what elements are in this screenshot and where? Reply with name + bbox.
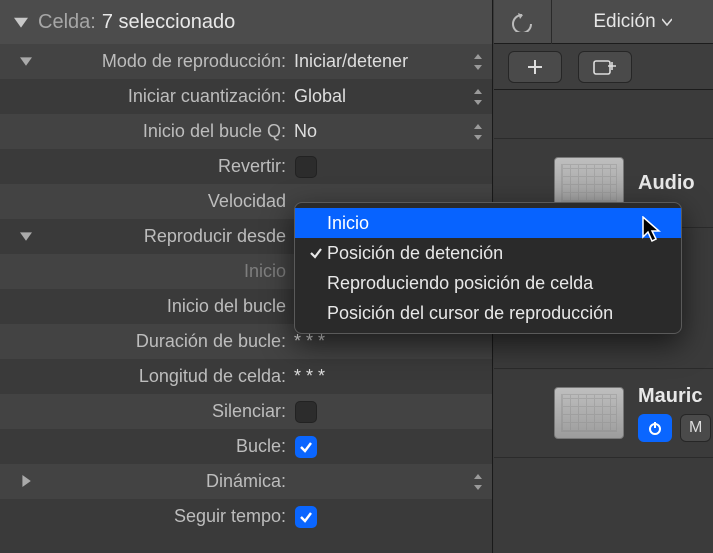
disclosure-right-icon[interactable]	[20, 471, 32, 492]
row-follow-tempo: Seguir tempo:	[0, 499, 492, 534]
label: Revertir:	[44, 156, 294, 177]
menu-item-reproduciendo-posicion[interactable]: Reproduciendo posición de celda	[295, 268, 681, 298]
edit-label: Edición	[593, 11, 655, 33]
label: Dinámica:	[44, 471, 294, 492]
back-button[interactable]	[494, 0, 552, 44]
track-thumbnail	[554, 387, 624, 439]
track-title: Audio	[638, 172, 695, 195]
label: Longitud de celda:	[44, 366, 294, 387]
menu-item-label: Inicio	[327, 213, 369, 234]
power-button[interactable]	[638, 414, 672, 442]
value-popup[interactable]: Iniciar/detener	[294, 51, 464, 72]
row-cell-length: Longitud de celda: * * *	[0, 359, 492, 394]
popup-chevrons-icon[interactable]	[464, 124, 492, 140]
plus-icon	[526, 58, 544, 76]
popup-chevrons-icon[interactable]	[464, 474, 492, 490]
row-reverse: Revertir:	[0, 149, 492, 184]
new-scene-icon	[593, 58, 617, 76]
value[interactable]: * * *	[294, 331, 464, 352]
label: Inicio	[44, 261, 294, 282]
label: Velocidad	[44, 191, 294, 212]
row-playback-mode: Modo de reproducción: Iniciar/detener	[0, 44, 492, 79]
add-button[interactable]	[508, 51, 562, 83]
disclosure-down-icon[interactable]	[20, 226, 32, 247]
check-icon	[305, 246, 327, 260]
row-start-quantize: Iniciar cuantización: Global	[0, 79, 492, 114]
edit-menu[interactable]: Edición	[552, 11, 713, 33]
menu-item-label: Reproduciendo posición de celda	[327, 273, 593, 294]
label: Inicio del bucle Q:	[44, 121, 294, 142]
panel-header[interactable]: Celda: 7 seleccionado	[0, 0, 492, 44]
value-popup[interactable]: No	[294, 121, 464, 142]
label: Reproducir desde	[44, 226, 294, 247]
header-value: 7 seleccionado	[102, 11, 235, 34]
label: Bucle:	[44, 436, 294, 457]
mouse-cursor-icon	[642, 216, 664, 249]
track-title: Mauric	[638, 385, 711, 408]
value[interactable]: * * *	[294, 366, 464, 387]
row-mute: Silenciar:	[0, 394, 492, 429]
loop-checkbox[interactable]	[295, 436, 317, 458]
follow-tempo-checkbox[interactable]	[295, 506, 317, 528]
play-from-menu: Inicio Posición de detención Reproducien…	[294, 202, 682, 334]
header-prefix: Celda:	[38, 11, 96, 34]
new-scene-button[interactable]	[578, 51, 632, 83]
row-dynamics: Dinámica:	[0, 464, 492, 499]
label: Inicio del bucle	[44, 296, 294, 317]
menu-item-label: Posición del cursor de reproducción	[327, 303, 613, 324]
reverse-checkbox[interactable]	[295, 156, 317, 178]
label: Seguir tempo:	[44, 506, 294, 527]
menu-item-posicion-cursor[interactable]: Posición del cursor de reproducción	[295, 298, 681, 328]
disclosure-down-icon[interactable]	[20, 51, 32, 72]
right-toolbar-row2	[494, 44, 713, 90]
row-loop-q-start: Inicio del bucle Q: No	[0, 114, 492, 149]
popup-chevrons-icon[interactable]	[464, 89, 492, 105]
value-popup[interactable]: Global	[294, 86, 464, 107]
menu-item-label: Posición de detención	[327, 243, 503, 264]
row-loop: Bucle:	[0, 429, 492, 464]
track-item-mauric[interactable]: Mauric M	[494, 368, 713, 458]
power-icon	[647, 420, 663, 436]
mute-checkbox[interactable]	[295, 401, 317, 423]
disclosure-down-icon[interactable]	[14, 15, 28, 29]
label: Silenciar:	[44, 401, 294, 422]
label: Duración de bucle:	[44, 331, 294, 352]
chevron-down-icon	[662, 18, 672, 26]
back-arrow-icon	[510, 12, 536, 32]
popup-chevrons-icon[interactable]	[464, 54, 492, 70]
mute-chip[interactable]: M	[680, 414, 711, 442]
label: Modo de reproducción:	[44, 51, 294, 72]
menu-item-posicion-detencion[interactable]: Posición de detención	[295, 238, 681, 268]
label: Iniciar cuantización:	[44, 86, 294, 107]
right-toolbar: Edición	[494, 0, 713, 44]
menu-item-inicio[interactable]: Inicio	[295, 208, 681, 238]
